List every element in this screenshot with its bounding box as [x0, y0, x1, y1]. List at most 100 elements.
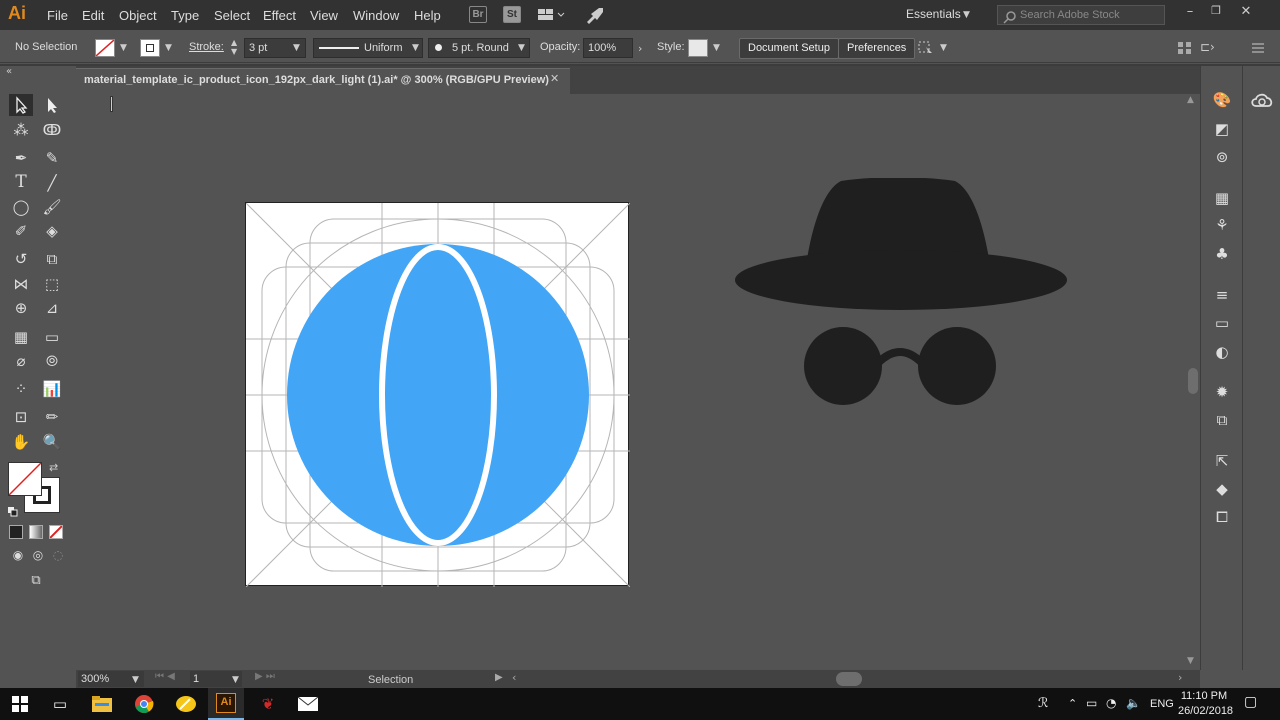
- slice-tool-icon[interactable]: ✏: [40, 406, 64, 428]
- scroll-left-icon[interactable]: ‹: [512, 671, 516, 684]
- bridge-icon[interactable]: Br: [469, 6, 487, 23]
- menu-object[interactable]: Object: [119, 8, 157, 23]
- hand-tool-icon[interactable]: ✋: [9, 431, 33, 453]
- artboards-icon[interactable]: ⧠: [1210, 505, 1234, 529]
- menu-type[interactable]: Type: [171, 8, 199, 23]
- paintbrush-tool-icon[interactable]: 🖌: [40, 196, 64, 218]
- ellipse-tool-icon[interactable]: ◯: [9, 196, 33, 218]
- restore-icon[interactable]: ❐: [1206, 4, 1226, 22]
- scroll-down-icon[interactable]: ▼: [1187, 656, 1194, 666]
- collapse-toolbar-icon[interactable]: «: [6, 66, 12, 77]
- scroll-right-icon[interactable]: ›: [1178, 671, 1182, 684]
- document-setup-button[interactable]: Document Setup: [739, 38, 839, 59]
- swatches-icon[interactable]: ◩: [1210, 117, 1234, 141]
- mesh-tool-icon[interactable]: ▦: [9, 326, 33, 348]
- libraries-icon[interactable]: ⊚: [1210, 145, 1234, 169]
- first-artboard-icon[interactable]: ⏮ ◀: [155, 671, 175, 682]
- lasso-tool-icon[interactable]: ↂ: [40, 119, 64, 141]
- menu-window[interactable]: Window: [353, 8, 399, 23]
- symbol-sprayer-tool-icon[interactable]: ⁘: [9, 378, 33, 400]
- opacity-field[interactable]: 100%: [583, 38, 633, 58]
- stroke-panel-icon[interactable]: ≡: [1210, 283, 1234, 307]
- profile-dropdown-icon[interactable]: ▼: [412, 43, 419, 53]
- line-segment-tool-icon[interactable]: ╱: [40, 172, 64, 194]
- panel-menu-icon[interactable]: [1250, 40, 1266, 56]
- app-taskbar-icon[interactable]: ❦: [256, 692, 280, 716]
- horizontal-scroll-thumb[interactable]: [836, 672, 862, 686]
- creative-cloud-icon[interactable]: [1250, 90, 1274, 112]
- menu-file[interactable]: File: [47, 8, 68, 23]
- input-language[interactable]: ENG: [1150, 698, 1174, 710]
- free-transform-tool-icon[interactable]: ⬚: [40, 273, 64, 295]
- notifications-icon[interactable]: ▢: [1244, 694, 1257, 710]
- shaper-tool-icon[interactable]: ✐: [9, 220, 33, 242]
- menu-effect[interactable]: Effect: [263, 8, 296, 23]
- align-icon[interactable]: [1177, 40, 1193, 56]
- artboard-tool-icon[interactable]: ⊡: [9, 406, 33, 428]
- gradient-panel-icon[interactable]: ▭: [1210, 311, 1234, 335]
- curvature-tool-icon[interactable]: ✎: [40, 147, 64, 169]
- artboard-dropdown-icon[interactable]: ▼: [232, 675, 239, 685]
- fill-color-box[interactable]: [8, 462, 42, 496]
- fill-swatch[interactable]: [95, 39, 115, 57]
- swap-fill-stroke-icon[interactable]: ⇄: [49, 461, 58, 474]
- status-menu-icon[interactable]: ▶: [495, 672, 503, 683]
- battery-icon[interactable]: ▭: [1086, 696, 1097, 710]
- fill-dropdown-icon[interactable]: ▼: [120, 43, 127, 53]
- people-icon[interactable]: ℛ: [1038, 696, 1048, 711]
- direct-selection-tool-icon[interactable]: [40, 94, 64, 116]
- pen-tool-icon[interactable]: ✒: [9, 147, 33, 169]
- clock-time[interactable]: 11:10 PM: [1180, 690, 1228, 702]
- rotate-tool-icon[interactable]: ↺: [9, 248, 33, 270]
- menu-view[interactable]: View: [310, 8, 338, 23]
- scroll-up-icon[interactable]: ▲: [1187, 95, 1194, 105]
- gradient-tool-icon[interactable]: ▭: [40, 326, 64, 348]
- brushes-icon[interactable]: ⚘: [1210, 213, 1234, 237]
- network-icon[interactable]: ◔: [1106, 696, 1116, 710]
- scale-tool-icon[interactable]: ⧉: [40, 248, 64, 270]
- close-tab-icon[interactable]: ✕: [550, 72, 559, 85]
- stroke-dropdown-icon[interactable]: ▼: [165, 43, 172, 53]
- windows-start-icon[interactable]: [8, 692, 32, 716]
- adobe-stock-search-input[interactable]: Search Adobe Stock: [997, 5, 1165, 25]
- color-guide-icon[interactable]: 🎨: [1210, 88, 1234, 112]
- type-tool-icon[interactable]: T: [9, 172, 33, 194]
- gpu-performance-icon[interactable]: [585, 6, 605, 24]
- vertical-scrollbar[interactable]: ▲ ▼: [1186, 94, 1200, 670]
- stroke-swatch[interactable]: [140, 39, 160, 57]
- zoom-tool-icon[interactable]: 🔍: [40, 431, 64, 453]
- symbols-icon[interactable]: ♣: [1210, 242, 1234, 266]
- gradient-mode-icon[interactable]: [29, 525, 43, 539]
- chevron-right-icon[interactable]: ›: [638, 42, 642, 55]
- stroke-weight-dropdown-icon[interactable]: ▼: [293, 43, 300, 53]
- artboard[interactable]: [245, 202, 631, 588]
- menu-select[interactable]: Select: [214, 8, 250, 23]
- export-icon[interactable]: ⇱: [1210, 449, 1234, 473]
- transform-icon[interactable]: ⊏›: [1200, 40, 1222, 56]
- appearance-icon[interactable]: ✹: [1210, 380, 1234, 404]
- menu-help[interactable]: Help: [414, 8, 441, 23]
- default-colors-icon[interactable]: [8, 502, 18, 517]
- brush-dropdown-icon[interactable]: ▼: [518, 43, 525, 53]
- zoom-dropdown-icon[interactable]: ▼: [132, 675, 139, 685]
- graphic-styles-icon[interactable]: ⧉: [1210, 408, 1234, 432]
- magic-wand-tool-icon[interactable]: ⁂: [9, 119, 33, 141]
- menu-edit[interactable]: Edit: [82, 8, 104, 23]
- file-explorer-icon[interactable]: [90, 692, 114, 716]
- selection-tool-icon[interactable]: [9, 94, 33, 116]
- last-artboard-icon[interactable]: ▶ ⏭: [255, 671, 275, 682]
- arrange-documents-icon[interactable]: [537, 7, 565, 23]
- close-window-icon[interactable]: ✕: [1236, 4, 1256, 22]
- volume-icon[interactable]: 🔈: [1126, 696, 1141, 710]
- preferences-button[interactable]: Preferences: [838, 38, 916, 59]
- minimize-icon[interactable]: –: [1180, 4, 1200, 22]
- chrome-icon[interactable]: [132, 692, 156, 716]
- draw-inside-icon[interactable]: ◌: [46, 544, 70, 566]
- variable-width-profile[interactable]: Uniform: [313, 38, 423, 58]
- graphic-style-swatch[interactable]: [688, 39, 708, 57]
- none-mode-icon[interactable]: [49, 525, 63, 539]
- pattern-options-icon[interactable]: ▦: [1210, 186, 1234, 210]
- color-mode-icon[interactable]: [9, 525, 23, 539]
- task-view-icon[interactable]: ▭: [48, 692, 72, 716]
- blend-tool-icon[interactable]: ⦾: [40, 350, 64, 372]
